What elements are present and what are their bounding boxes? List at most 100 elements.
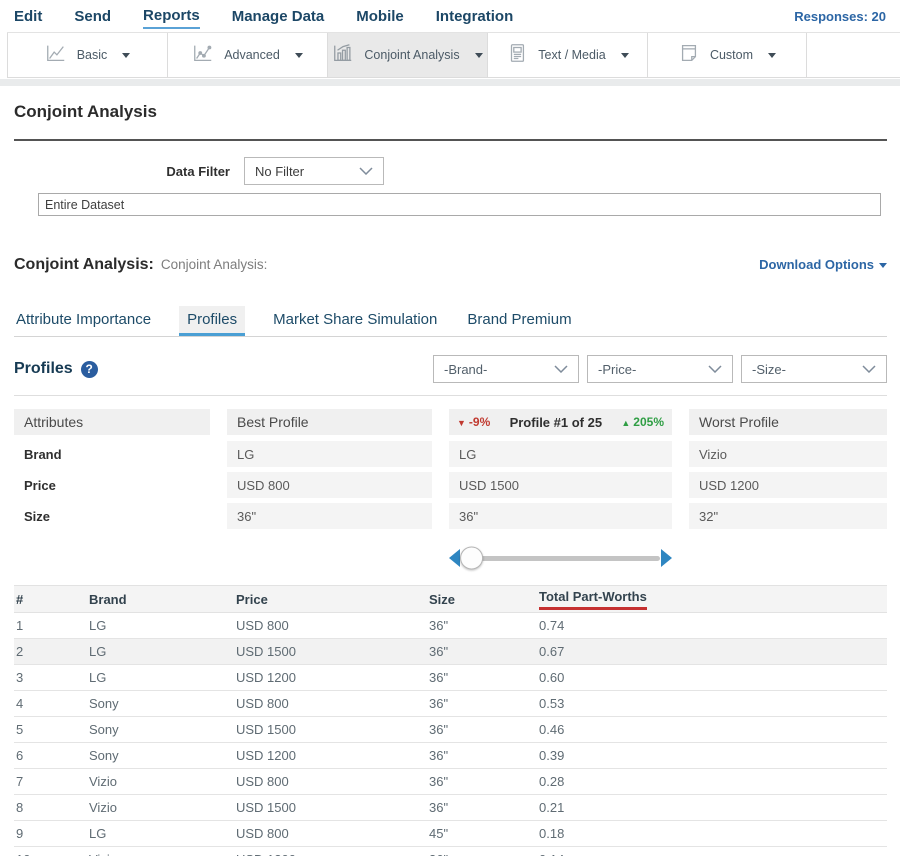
cell-brand: Vizio bbox=[87, 795, 234, 821]
cell-price: USD 800 bbox=[234, 821, 427, 847]
cell-price: USD 1500 bbox=[234, 717, 427, 743]
cell-size: 45" bbox=[427, 821, 537, 847]
section-title: Conjoint Analysis: bbox=[14, 256, 154, 274]
col-header-total-part-worths[interactable]: Total Part-Worths bbox=[537, 586, 887, 613]
cell-worth: 0.18 bbox=[537, 821, 887, 847]
table-row[interactable]: 8 Vizio USD 1500 36" 0.21 bbox=[14, 795, 887, 821]
cell-brand: Vizio bbox=[87, 769, 234, 795]
toolbar-text-media-label: Text / Media bbox=[538, 48, 605, 62]
size-filter-select[interactable]: -Size- bbox=[741, 355, 887, 383]
table-row[interactable]: 6 Sony USD 1200 36" 0.39 bbox=[14, 743, 887, 769]
profile-filters: -Brand- -Price- -Size- bbox=[433, 355, 887, 383]
best-profile-header: Best Profile bbox=[227, 409, 432, 435]
data-filter-row: Data Filter No Filter bbox=[164, 157, 887, 185]
toolbar-conjoint-analysis[interactable]: Conjoint Analysis bbox=[327, 33, 487, 77]
nav-item-edit[interactable]: Edit bbox=[14, 5, 42, 28]
nav-item-manage-data[interactable]: Manage Data bbox=[232, 5, 325, 28]
col-header-size[interactable]: Size bbox=[427, 586, 537, 613]
tab-brand-premium[interactable]: Brand Premium bbox=[465, 306, 573, 336]
table-row[interactable]: 5 Sony USD 1500 36" 0.46 bbox=[14, 717, 887, 743]
table-row[interactable]: 1 LG USD 800 36" 0.74 bbox=[14, 613, 887, 639]
cell-num: 2 bbox=[14, 639, 87, 665]
nav-item-reports[interactable]: Reports bbox=[143, 4, 200, 29]
profile-panels: Attributes Brand Price Size Best Profile… bbox=[14, 409, 887, 570]
current-profile-brand: LG bbox=[449, 441, 672, 467]
price-filter-select[interactable]: -Price- bbox=[587, 355, 733, 383]
tab-profiles[interactable]: Profiles bbox=[179, 306, 245, 336]
profile-slider bbox=[449, 546, 672, 570]
worst-profile-column: Worst Profile Vizio USD 1200 32" bbox=[689, 409, 887, 534]
table-row[interactable]: 3 LG USD 1200 36" 0.60 bbox=[14, 665, 887, 691]
tab-attribute-importance[interactable]: Attribute Importance bbox=[14, 306, 153, 336]
cell-size: 36" bbox=[427, 613, 537, 639]
table-row[interactable]: 9 LG USD 800 45" 0.18 bbox=[14, 821, 887, 847]
toolbar-custom[interactable]: Custom bbox=[647, 33, 807, 77]
cell-brand: Sony bbox=[87, 717, 234, 743]
help-icon[interactable]: ? bbox=[81, 361, 98, 378]
cell-brand: LG bbox=[87, 821, 234, 847]
report-tabs: Attribute Importance Profiles Market Sha… bbox=[14, 306, 887, 337]
profiles-heading: Profiles ? bbox=[14, 360, 98, 378]
triangle-down-icon: ▼ bbox=[457, 418, 466, 428]
slider-handle[interactable] bbox=[460, 547, 483, 570]
nav-item-integration[interactable]: Integration bbox=[436, 5, 514, 28]
profiles-header-row: Profiles ? -Brand- -Price- -Size- bbox=[14, 355, 887, 396]
nav-item-mobile[interactable]: Mobile bbox=[356, 5, 404, 28]
toolbar-basic-label: Basic bbox=[77, 48, 108, 62]
best-profile-size: 36" bbox=[227, 503, 432, 529]
slider-prev-arrow[interactable] bbox=[449, 549, 460, 567]
cell-num: 3 bbox=[14, 665, 87, 691]
chevron-down-icon bbox=[879, 263, 887, 268]
cell-num: 7 bbox=[14, 769, 87, 795]
chevron-down-icon bbox=[621, 53, 629, 58]
brand-filter-select[interactable]: -Brand- bbox=[433, 355, 579, 383]
line-chart-icon bbox=[45, 42, 67, 69]
table-row[interactable]: 4 Sony USD 800 36" 0.53 bbox=[14, 691, 887, 717]
col-header-price[interactable]: Price bbox=[234, 586, 427, 613]
cell-price: USD 800 bbox=[234, 769, 427, 795]
current-profile-column: ▼-9% Profile #1 of 25 ▲205% LG USD 1500 … bbox=[449, 409, 672, 534]
slider-track[interactable] bbox=[461, 556, 660, 561]
tab-market-share-simulation[interactable]: Market Share Simulation bbox=[271, 306, 439, 336]
cell-price: USD 800 bbox=[234, 613, 427, 639]
cell-num: 9 bbox=[14, 821, 87, 847]
chevron-down-icon bbox=[359, 167, 373, 175]
cell-size: 36" bbox=[427, 847, 537, 856]
cell-worth: 0.60 bbox=[537, 665, 887, 691]
cell-price: USD 1500 bbox=[234, 639, 427, 665]
worst-profile-price: USD 1200 bbox=[689, 472, 887, 498]
attributes-column: Attributes Brand Price Size bbox=[14, 409, 210, 534]
toolbar-advanced-label: Advanced bbox=[224, 48, 280, 62]
toolbar-basic[interactable]: Basic bbox=[7, 33, 167, 77]
col-header-brand[interactable]: Brand bbox=[87, 586, 234, 613]
col-header-num[interactable]: # bbox=[14, 586, 87, 613]
data-filter-value: No Filter bbox=[255, 164, 304, 179]
cell-worth: 0.28 bbox=[537, 769, 887, 795]
dataset-field[interactable]: Entire Dataset bbox=[38, 193, 881, 216]
table-header-row: # Brand Price Size Total Part-Worths bbox=[14, 586, 887, 613]
best-profile-brand: LG bbox=[227, 441, 432, 467]
worst-profile-brand: Vizio bbox=[689, 441, 887, 467]
chevron-down-icon bbox=[708, 365, 722, 373]
toolbar-text-media[interactable]: Text / Media bbox=[487, 33, 647, 77]
cell-size: 36" bbox=[427, 769, 537, 795]
current-profile-label: Profile #1 of 25 bbox=[510, 415, 602, 430]
cell-brand: Sony bbox=[87, 691, 234, 717]
chevron-down-icon bbox=[862, 365, 876, 373]
worst-profile-size: 32" bbox=[689, 503, 887, 529]
cell-num: 4 bbox=[14, 691, 87, 717]
cell-price: USD 1200 bbox=[234, 847, 427, 856]
toolbar-advanced[interactable]: Advanced bbox=[167, 33, 327, 77]
table-row[interactable]: 10 Vizio USD 1200 36" 0.14 bbox=[14, 847, 887, 856]
slider-next-arrow[interactable] bbox=[661, 549, 672, 567]
toolbar-conjoint-label: Conjoint Analysis bbox=[364, 48, 459, 62]
chevron-down-icon bbox=[122, 53, 130, 58]
chevron-down-icon bbox=[295, 53, 303, 58]
download-options-button[interactable]: Download Options bbox=[759, 257, 887, 272]
chevron-down-icon bbox=[554, 365, 568, 373]
data-filter-select[interactable]: No Filter bbox=[244, 157, 384, 185]
best-profile-column: Best Profile LG USD 800 36" bbox=[227, 409, 432, 534]
table-row[interactable]: 2 LG USD 1500 36" 0.67 bbox=[14, 639, 887, 665]
nav-item-send[interactable]: Send bbox=[74, 5, 111, 28]
table-row[interactable]: 7 Vizio USD 800 36" 0.28 bbox=[14, 769, 887, 795]
